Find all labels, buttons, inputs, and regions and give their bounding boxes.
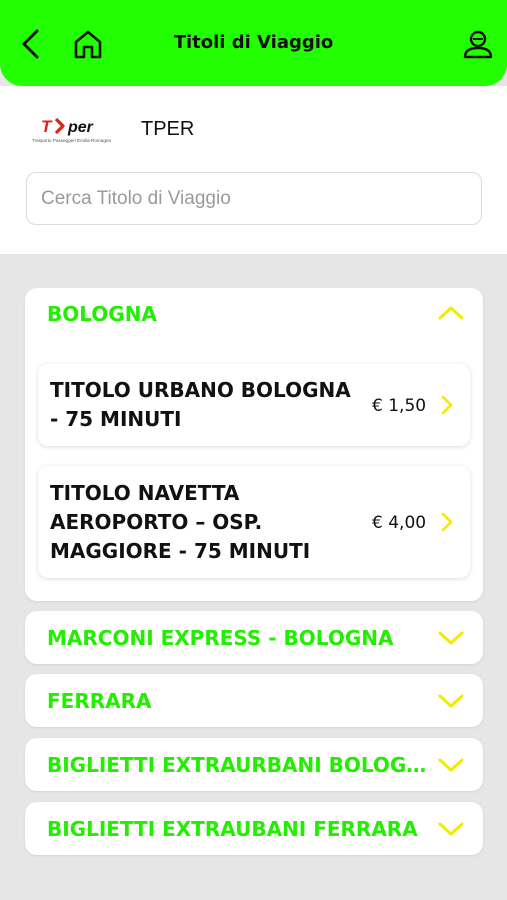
tper-logo: T per Trasporto Passeggeri Emilia-Romagn… xyxy=(32,116,118,144)
section-title: BIGLIETTI EXTRAUBANI FERRARA xyxy=(47,817,418,841)
section-card-marconi-express[interactable]: MARCONI EXPRESS - BOLOGNA xyxy=(25,611,483,664)
user-icon[interactable] xyxy=(458,24,498,64)
chevron-down-icon[interactable] xyxy=(437,627,465,649)
page-title: Titoli di Viaggio xyxy=(173,32,334,53)
chevron-down-icon[interactable] xyxy=(437,754,465,776)
section-card-bologna: BOLOGNA TITOLO URBANO BOLOGNA - 75 MINUT… xyxy=(25,288,483,601)
svg-text:per: per xyxy=(67,119,94,136)
chevron-down-icon[interactable] xyxy=(437,690,465,712)
section-card-extraurbani-bologna[interactable]: BIGLIETTI EXTRAURBANI BOLOGNA xyxy=(25,738,483,791)
chevron-right-icon xyxy=(440,511,454,533)
section-card-ferrara[interactable]: FERRARA xyxy=(25,674,483,727)
section-header[interactable]: BOLOGNA xyxy=(25,288,483,340)
svg-text:T: T xyxy=(41,117,53,136)
ticket-name: TITOLO URBANO BOLOGNA - 75 MINUTI xyxy=(50,378,351,431)
chevron-down-icon[interactable] xyxy=(437,818,465,840)
chevron-right-icon xyxy=(440,394,454,416)
svg-text:Trasporto Passeggeri Emilia-Ro: Trasporto Passeggeri Emilia-Romagna xyxy=(32,138,111,143)
chevron-up-icon[interactable] xyxy=(437,302,465,324)
top-app-bar: Titoli di Viaggio xyxy=(0,0,507,86)
section-title: BOLOGNA xyxy=(47,302,157,326)
search-input[interactable] xyxy=(26,172,482,225)
agency-header: T per Trasporto Passeggeri Emilia-Romagn… xyxy=(0,86,507,254)
ticket-item[interactable]: TITOLO NAVETTA AEROPORTO – OSP. MAGGIORE… xyxy=(38,466,470,578)
ticket-item[interactable]: TITOLO URBANO BOLOGNA - 75 MINUTI € 1,50 xyxy=(38,364,470,446)
ticket-price: € 1,50 xyxy=(372,396,427,416)
section-title: BIGLIETTI EXTRAURBANI BOLOGNA xyxy=(47,753,427,777)
ticket-price: € 4,00 xyxy=(372,513,427,533)
section-title: FERRARA xyxy=(47,689,152,713)
agency-name: TPER xyxy=(141,118,195,140)
section-card-extraubani-ferrara[interactable]: BIGLIETTI EXTRAUBANI FERRARA xyxy=(25,802,483,855)
section-title: MARCONI EXPRESS - BOLOGNA xyxy=(47,626,394,650)
ticket-name: TITOLO NAVETTA AEROPORTO – OSP. MAGGIORE… xyxy=(50,481,311,563)
